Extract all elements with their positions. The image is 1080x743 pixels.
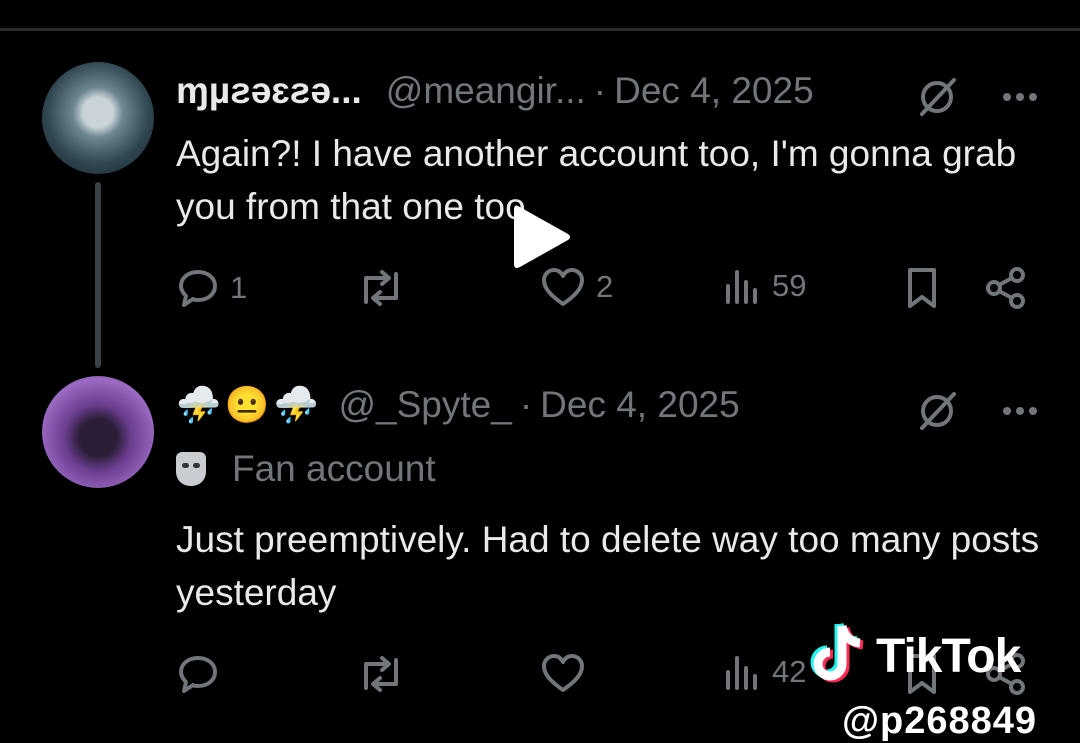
reply-button[interactable]: [176, 652, 230, 696]
top-divider: [0, 28, 1080, 31]
tweet-header: ɱµƨəɛƨə... @meangir... · Dec 4, 2025: [176, 70, 814, 112]
display-name-emoji: 😐: [224, 384, 270, 425]
tiktok-watermark: TikTok: [804, 620, 1021, 692]
views-count: 59: [772, 268, 807, 303]
tiktok-logo-icon: [810, 622, 864, 683]
repost-icon: [364, 270, 398, 306]
reply-button[interactable]: 1: [176, 266, 247, 310]
share-button[interactable]: [984, 266, 1038, 310]
more-icon[interactable]: [1002, 406, 1038, 416]
repost-button[interactable]: [356, 266, 416, 310]
avatar[interactable]: [42, 376, 154, 488]
tiktok-brand: TikTok: [876, 629, 1021, 683]
grok-icon[interactable]: [914, 74, 960, 120]
handle[interactable]: @_Spyte_: [338, 384, 511, 426]
display-name-emoji: ⛈️: [273, 384, 319, 425]
like-button[interactable]: [540, 652, 596, 694]
timestamp[interactable]: Dec 4, 2025: [614, 70, 814, 112]
action-bar: 1 2 59: [176, 266, 1036, 316]
tweet-header: ⛈️ 😐 ⛈️ @_Spyte_ · Dec 4, 2025: [176, 384, 740, 426]
views-count: 42: [772, 654, 807, 689]
thread-connector: [95, 182, 101, 368]
avatar[interactable]: [42, 62, 154, 174]
bookmark-button[interactable]: [902, 266, 952, 310]
repost-icon: [364, 656, 398, 692]
more-icon[interactable]: [1002, 92, 1038, 102]
like-icon: [542, 654, 584, 692]
tweet-text: Just preemptively. Had to delete way too…: [176, 519, 1040, 613]
views-button[interactable]: 42: [722, 652, 806, 692]
views-button[interactable]: 59: [722, 266, 806, 306]
like-count: 2: [596, 269, 614, 304]
fan-account-icon: [176, 452, 206, 486]
tweet-text: Again?! I have another account too, I'm …: [176, 133, 1017, 227]
tiktok-handle: @p268849: [842, 700, 1038, 742]
reply-count: 1: [230, 270, 248, 305]
display-name[interactable]: ɱµƨəɛƨə...: [176, 70, 362, 112]
play-button[interactable]: [512, 200, 574, 279]
play-icon: [514, 205, 570, 268]
bookmark-icon: [908, 268, 936, 308]
handle[interactable]: @meangir...: [386, 70, 586, 112]
views-icon: [726, 656, 757, 690]
views-icon: [726, 270, 757, 304]
reply-icon: [179, 270, 217, 307]
repost-button[interactable]: [356, 652, 416, 696]
share-icon: [986, 267, 1025, 309]
fan-account-text: Fan account: [232, 448, 436, 489]
fan-account-label: Fan account: [176, 448, 436, 490]
separator: ·: [519, 384, 533, 425]
grok-icon[interactable]: [914, 388, 960, 434]
timestamp[interactable]: Dec 4, 2025: [540, 384, 740, 426]
display-name-emoji: ⛈️: [176, 384, 221, 425]
separator: ·: [593, 70, 607, 111]
reply-icon: [179, 656, 217, 693]
